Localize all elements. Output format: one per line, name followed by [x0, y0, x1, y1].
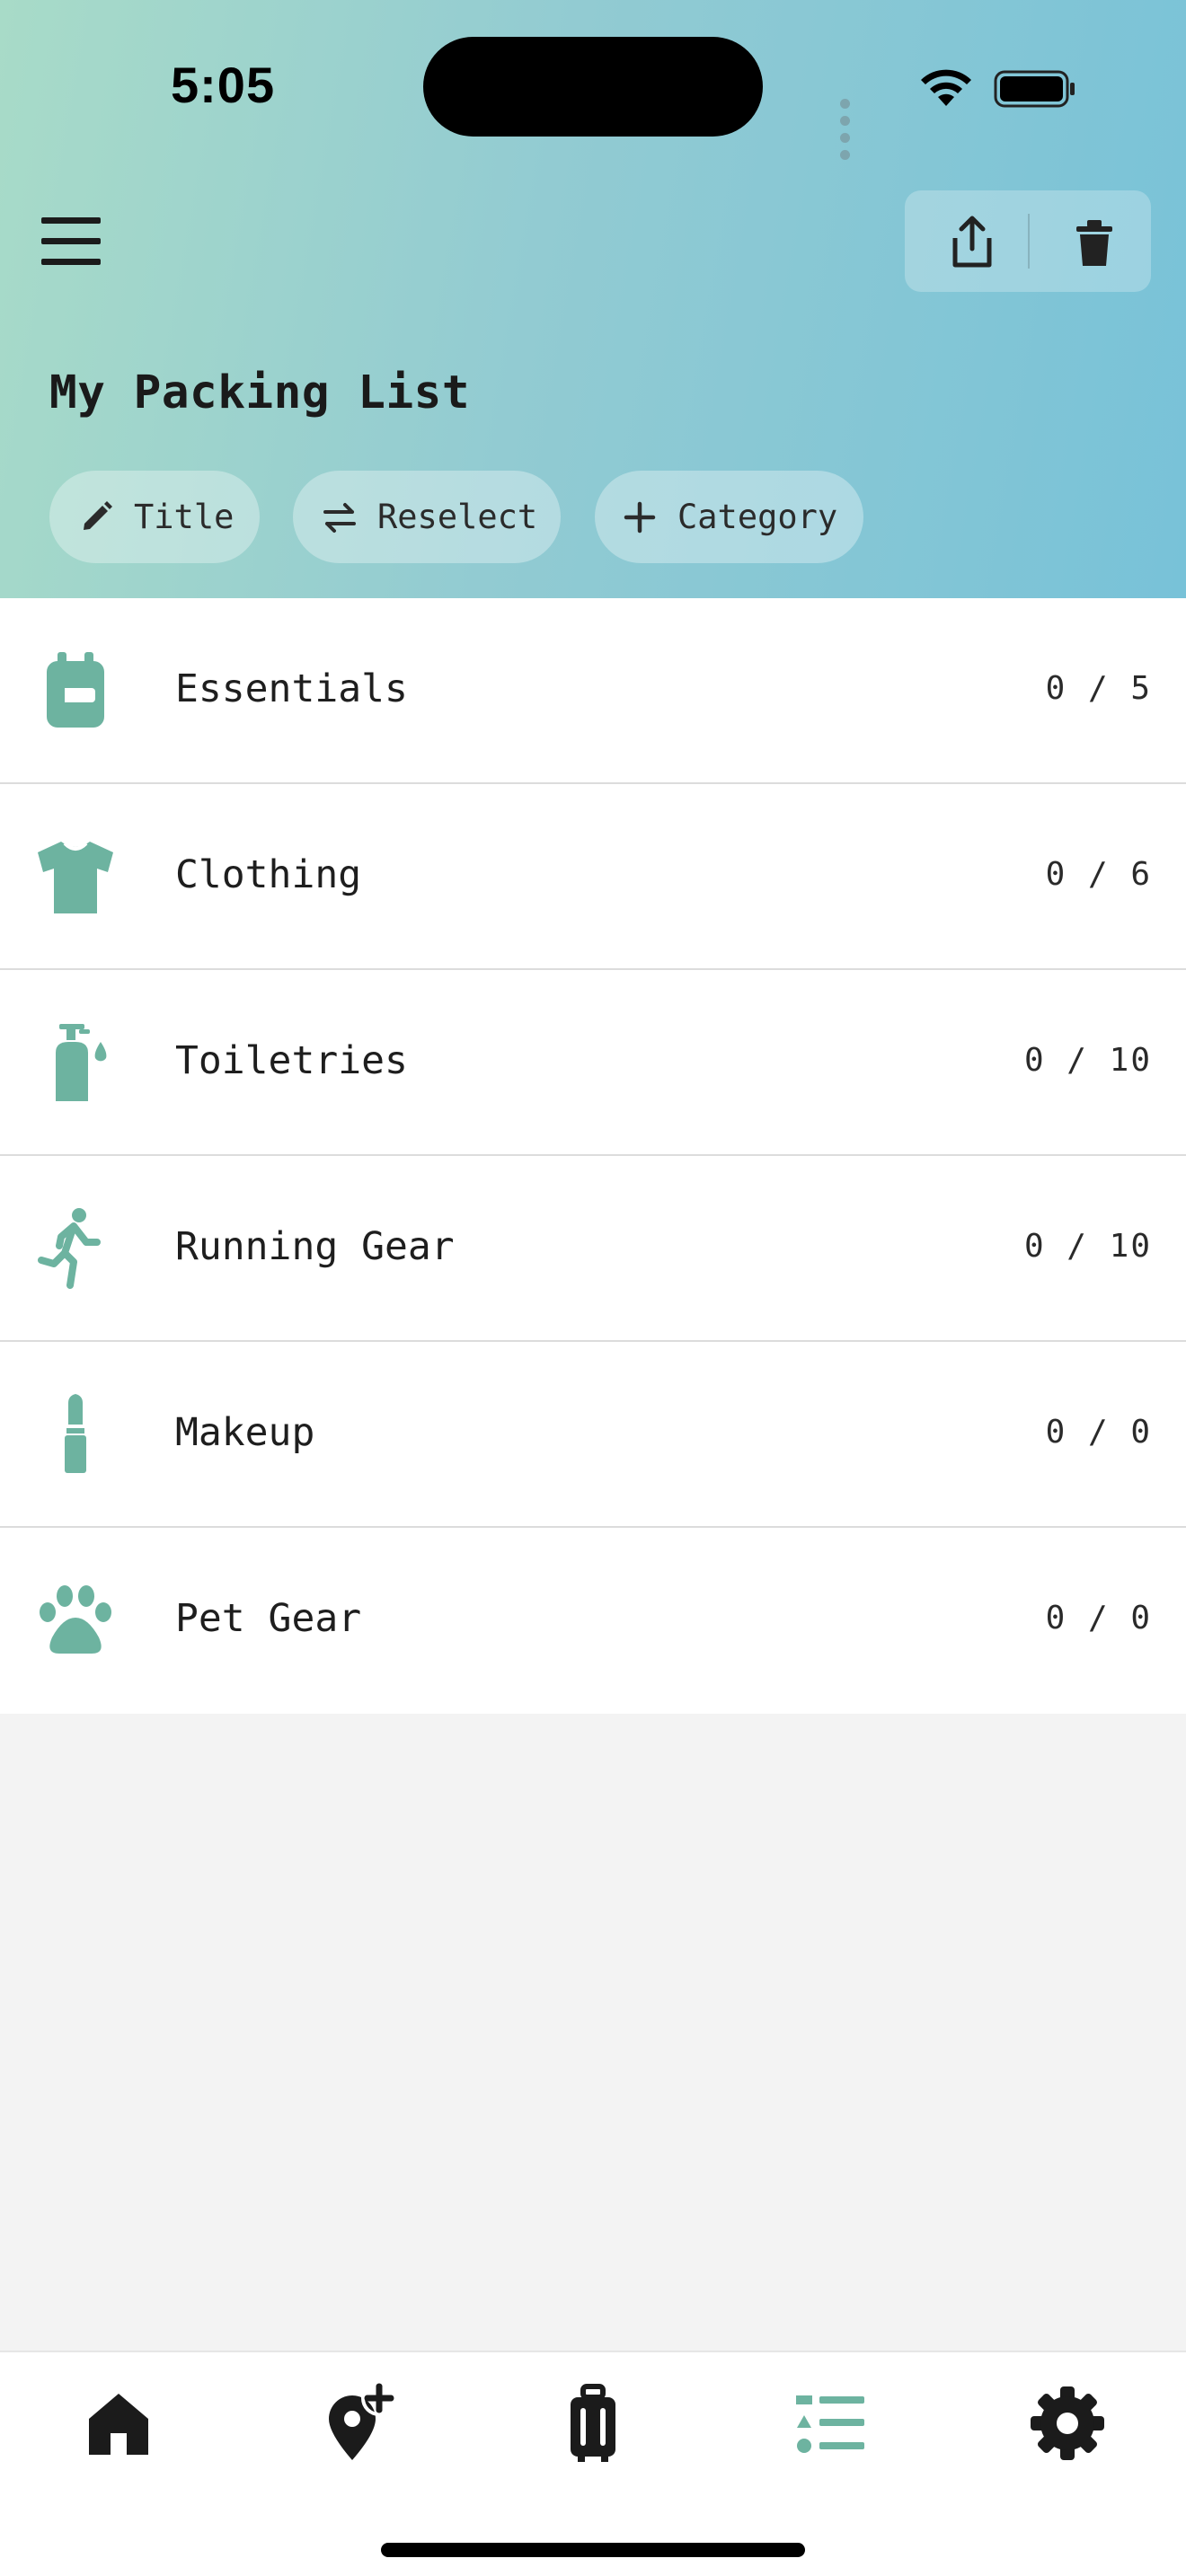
category-count: 0 / 0 [1045, 1600, 1152, 1636]
status-time: 5:05 [171, 57, 276, 113]
category-name: Essentials [175, 666, 408, 711]
lipstick-icon [65, 1394, 86, 1473]
action-divider [1028, 214, 1030, 269]
signal-dots-icon [840, 95, 855, 163]
category-row-toiletries[interactable]: Toiletries 0 / 10 [0, 970, 1186, 1156]
checklist-icon [796, 2395, 864, 2453]
category-name: Toiletries [175, 1038, 408, 1083]
pencil-icon [84, 500, 112, 530]
swap-icon [323, 502, 356, 533]
category-row-essentials[interactable]: Essentials 0 / 5 [0, 598, 1186, 784]
category-row-pet-gear[interactable]: Pet Gear 0 / 0 [0, 1528, 1186, 1714]
paw-icon [40, 1585, 111, 1654]
hamburger-icon [41, 217, 101, 224]
settings-icon [1031, 2386, 1104, 2460]
category-row-makeup[interactable]: Makeup 0 / 0 [0, 1342, 1186, 1528]
nav-trips[interactable] [553, 2383, 633, 2464]
battery-icon [994, 70, 1075, 108]
nav-packing-lists[interactable] [789, 2383, 870, 2464]
category-row-clothing[interactable]: Clothing 0 / 6 [0, 784, 1186, 970]
menu-button[interactable] [41, 217, 104, 266]
nav-add-location[interactable] [316, 2380, 397, 2464]
edit-title-chip[interactable]: Title [49, 471, 260, 563]
nav-settings[interactable] [1027, 2383, 1108, 2464]
dynamic-island [423, 37, 763, 137]
category-row-running-gear[interactable]: Running Gear 0 / 10 [0, 1156, 1186, 1342]
plus-icon [624, 501, 656, 533]
category-name: Running Gear [175, 1224, 455, 1269]
share-icon[interactable] [946, 215, 998, 269]
header: 5:05 My Packing List Title Reselect Cate… [0, 0, 1186, 598]
category-name: Pet Gear [175, 1596, 362, 1641]
add-location-icon [329, 2380, 397, 2460]
bottom-nav [0, 2351, 1186, 2576]
category-count: 0 / 6 [1045, 856, 1152, 893]
soap-bottle-icon [56, 1024, 107, 1101]
runner-icon [38, 1208, 101, 1289]
chip-label: Reselect [377, 498, 538, 536]
add-category-chip[interactable]: Category [595, 471, 863, 563]
luggage-icon [571, 2384, 615, 2462]
wifi-icon [921, 69, 971, 106]
home-indicator[interactable] [381, 2543, 805, 2557]
category-list: Essentials 0 / 5 Clothing 0 / 6 Toiletri… [0, 598, 1186, 1714]
category-count: 0 / 10 [1023, 1228, 1152, 1265]
home-icon [89, 2394, 148, 2455]
category-count: 0 / 10 [1023, 1042, 1152, 1079]
nav-home[interactable] [78, 2383, 159, 2464]
header-actions [905, 190, 1151, 292]
reselect-chip[interactable]: Reselect [293, 471, 561, 563]
delete-icon[interactable] [1071, 217, 1118, 268]
category-count: 0 / 5 [1045, 670, 1152, 707]
chip-label: Category [677, 498, 838, 536]
backpack-icon [47, 652, 104, 728]
page-title: My Packing List [49, 366, 471, 419]
category-name: Clothing [175, 852, 362, 897]
category-name: Makeup [175, 1410, 315, 1455]
tshirt-icon [38, 842, 113, 913]
category-count: 0 / 0 [1045, 1414, 1152, 1451]
chip-label: Title [134, 498, 235, 536]
